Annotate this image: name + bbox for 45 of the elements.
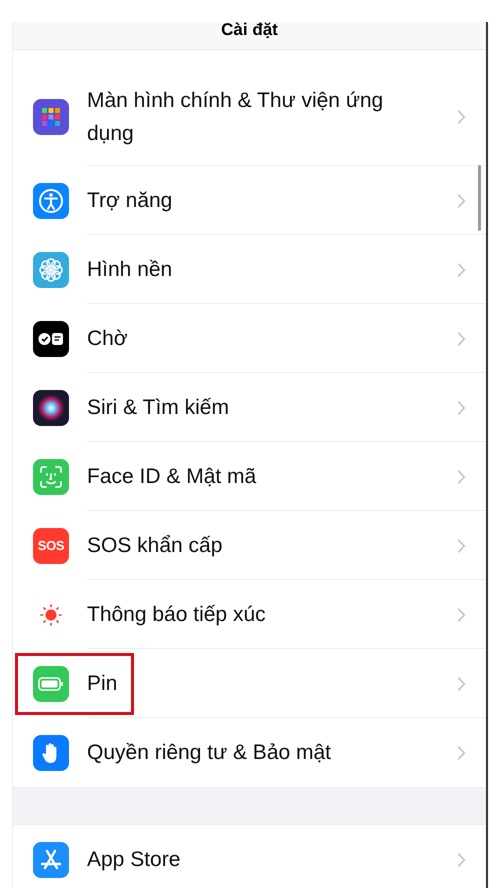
row-label: Face ID & Mật mã <box>87 464 256 490</box>
flower-icon <box>33 252 69 288</box>
app-store-icon <box>33 842 69 878</box>
sos-icon: SOS <box>33 528 69 564</box>
row-label: Màn hình chính & Thư viện ứng dụng <box>87 88 384 147</box>
settings-row[interactable]: App Store <box>13 825 486 888</box>
face-scan-icon <box>33 458 69 494</box>
scrollbar <box>478 165 481 231</box>
row-label: Chờ <box>87 326 128 352</box>
settings-row[interactable]: SOS SOS khẩn cấp <box>13 511 486 580</box>
chevron-right-icon <box>457 538 466 554</box>
row-label: App Store <box>87 847 180 873</box>
chevron-right-icon <box>457 676 466 692</box>
row-label: SOS khẩn cấp <box>87 533 222 559</box>
settings-row[interactable]: Face ID & Mật mã <box>13 442 486 511</box>
standby-icon <box>33 320 69 356</box>
row-label: Trợ năng <box>87 188 172 214</box>
app-grid-icon <box>33 99 69 135</box>
chevron-right-icon <box>457 192 466 208</box>
hand-icon <box>33 734 69 770</box>
chevron-right-icon <box>457 744 466 760</box>
chevron-right-icon <box>457 262 466 278</box>
row-label: Quyền riêng tư & Bảo mật <box>87 740 332 766</box>
settings-row[interactable]: Hình nền <box>13 235 486 304</box>
row-label: Hình nền <box>87 257 172 283</box>
chevron-right-icon <box>457 109 466 125</box>
chevron-right-icon <box>457 400 466 416</box>
settings-row[interactable]: Quyền riêng tư & Bảo mật <box>13 718 486 787</box>
settings-row[interactable]: Pin <box>13 649 486 718</box>
row-label: Siri & Tìm kiếm <box>87 395 229 421</box>
screen-title: Cài đặt <box>221 22 278 40</box>
settings-row[interactable]: Màn hình chính & Thư viện ứng dụng <box>13 50 486 166</box>
chevron-right-icon <box>457 330 466 346</box>
row-label: Thông báo tiếp xúc <box>87 602 266 628</box>
row-label: Pin <box>87 671 118 697</box>
battery-icon <box>33 666 69 702</box>
chevron-right-icon <box>457 468 466 484</box>
siri-orb-icon <box>33 390 69 426</box>
settings-row[interactable]: Thông báo tiếp xúc <box>13 580 486 649</box>
chevron-right-icon <box>457 606 466 622</box>
accessibility-icon <box>33 182 69 218</box>
settings-row[interactable]: Chờ <box>13 304 486 373</box>
chevron-right-icon <box>457 852 466 868</box>
settings-row[interactable]: Siri & Tìm kiếm <box>13 373 486 442</box>
settings-row[interactable]: Trợ năng <box>13 166 486 235</box>
